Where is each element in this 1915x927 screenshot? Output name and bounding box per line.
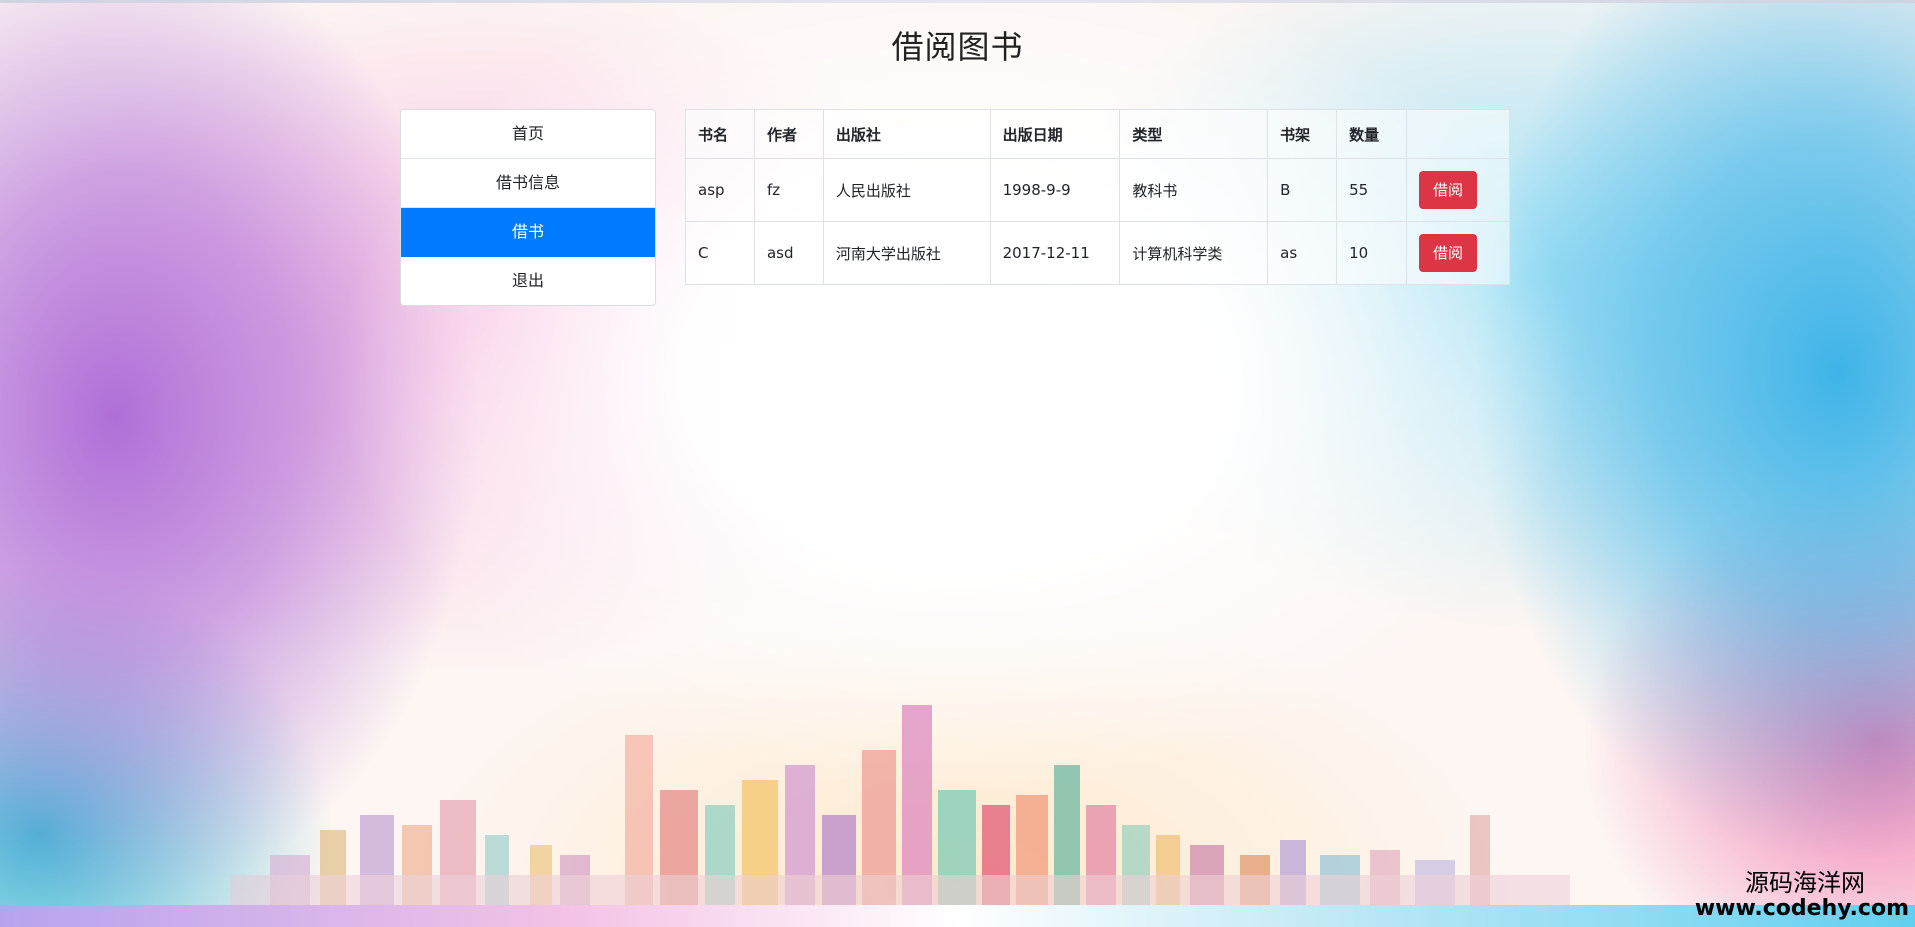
header-publisher: 出版社 [822,109,991,159]
bottom-decor-strip [0,905,1915,927]
page-title: 借阅图书 [891,28,1024,66]
header-author: 作者 [753,109,824,159]
nav-item-logout[interactable]: 退出 [401,257,655,305]
cell-shelf: B [1267,158,1338,222]
nav-item-borrow[interactable]: 借书 [401,208,655,257]
watermark-name: 源码海洋网 [1745,869,1865,897]
cell-type: 计算机科学类 [1119,221,1269,285]
cell-date: 2017-12-11 [989,221,1121,285]
nav-item-borrow-info[interactable]: 借书信息 [401,159,655,208]
table-row: asp fz 人民出版社 1998-9-9 教科书 B 55 借阅 [685,158,1511,222]
cell-shelf: as [1267,221,1338,285]
cell-publisher: 人民出版社 [822,158,991,222]
borrow-button[interactable]: 借阅 [1418,234,1477,272]
city-skyline-illustration [230,705,1570,905]
cell-action: 借阅 [1405,221,1511,285]
top-border [0,0,1915,3]
header-shelf: 书架 [1267,109,1338,159]
cell-type: 教科书 [1119,158,1269,222]
site-watermark: 源码海洋网 www.codehy.com [1695,869,1909,921]
cell-name: asp [685,158,755,222]
table-row: C asd 河南大学出版社 2017-12-11 计算机科学类 as 10 借阅 [685,221,1511,285]
table-header-row: 书名 作者 出版社 出版日期 类型 书架 数量 [685,109,1511,159]
borrow-button[interactable]: 借阅 [1418,171,1477,209]
cell-action: 借阅 [1405,158,1511,222]
header-date: 出版日期 [989,109,1121,159]
header-name: 书名 [685,109,755,159]
books-table: 书名 作者 出版社 出版日期 类型 书架 数量 asp fz 人民出版社 199… [685,109,1511,285]
side-nav: 首页 借书信息 借书 退出 [400,109,656,306]
header-count: 数量 [1336,109,1407,159]
cell-date: 1998-9-9 [989,158,1121,222]
cell-author: asd [753,221,824,285]
cell-publisher: 河南大学出版社 [822,221,991,285]
header-action [1405,109,1511,159]
nav-item-home[interactable]: 首页 [401,110,655,159]
cell-name: C [685,221,755,285]
cell-count: 55 [1336,158,1407,222]
watermark-url: www.codehy.com [1694,896,1909,921]
header-type: 类型 [1119,109,1269,159]
cell-count: 10 [1336,221,1407,285]
cell-author: fz [753,158,824,222]
